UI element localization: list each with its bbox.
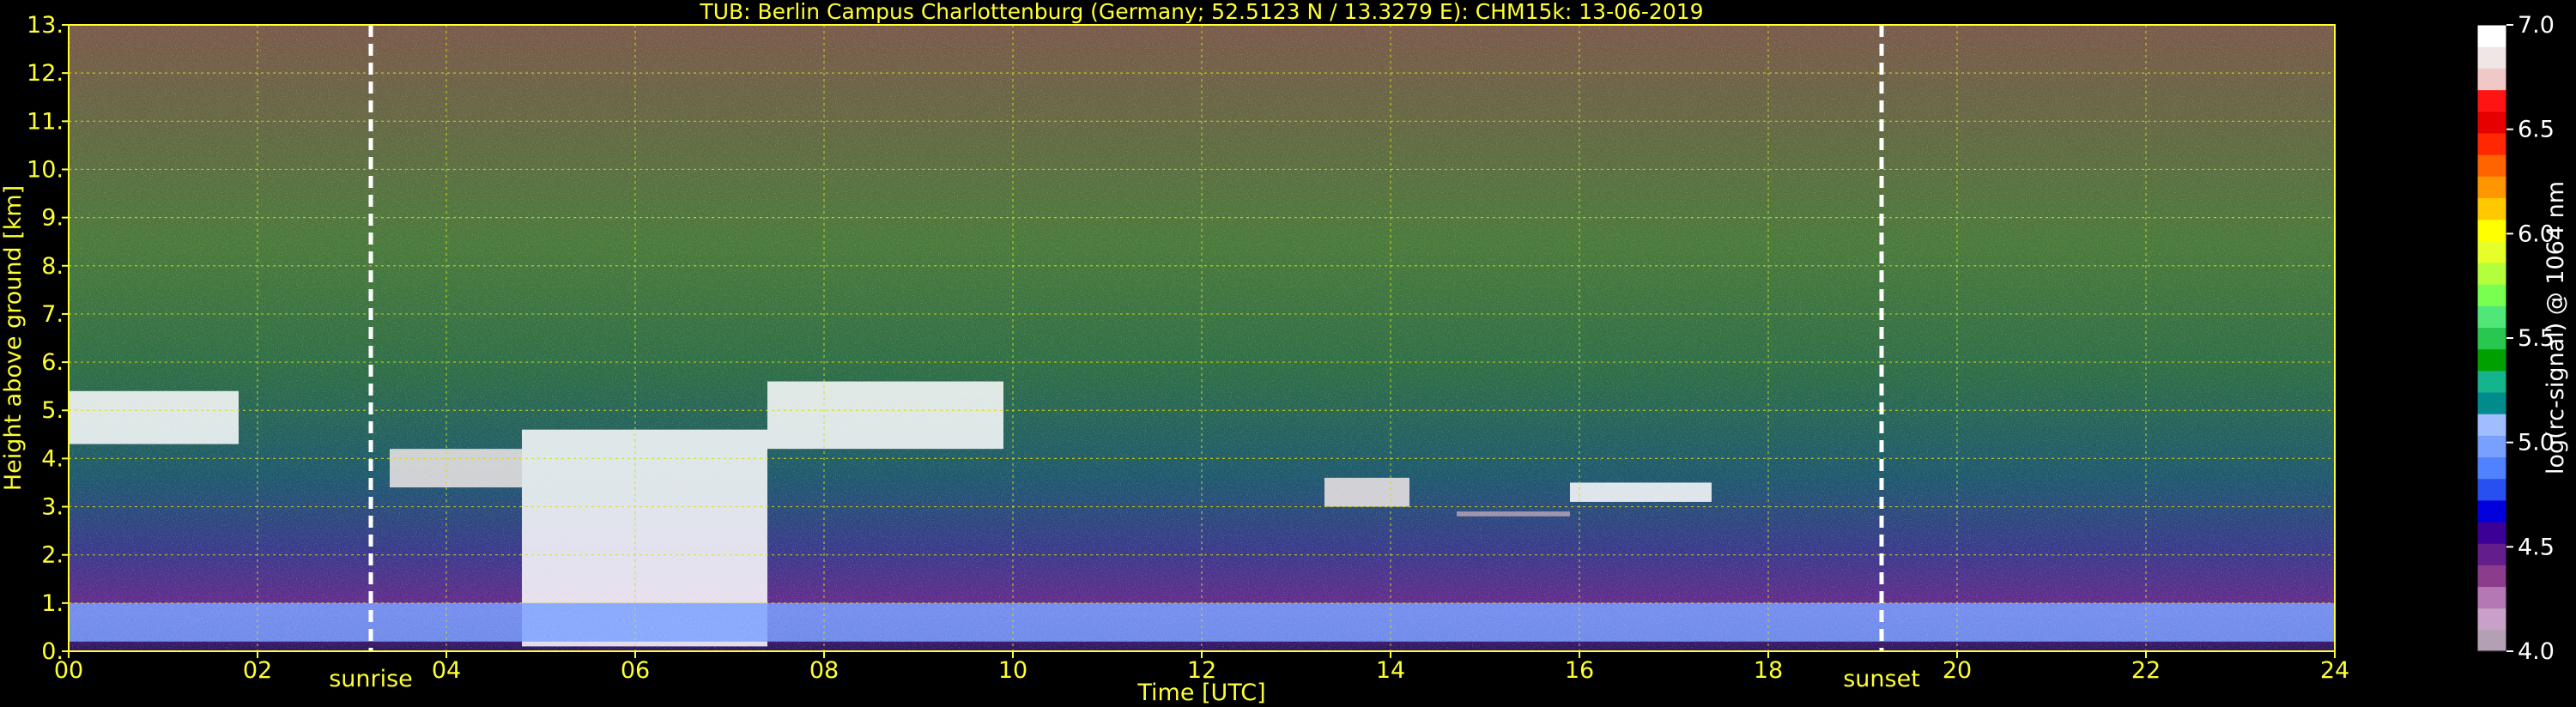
colorbar-label: log(rc-signal) @ 1064 nm	[2543, 181, 2569, 474]
x-tick-label: 04	[432, 657, 461, 684]
y-axis: 0. 1. 2. 3. 4. 5. 6. 7. 8. 9. 10. 11. 12. 13.	[27, 12, 69, 665]
colorbar-swatch	[2477, 262, 2506, 285]
lidar-chart: sunrise sunset 00 02 04 06 08 10 12 14 16 18 20 22 24…	[0, 0, 2569, 706]
y-tick-label: 3.	[41, 494, 64, 521]
colorbar-swatch	[2477, 89, 2506, 112]
colorbar-swatch	[2477, 543, 2506, 565]
y-axis-label: Height above ground [km]	[0, 185, 27, 491]
colorbar-swatch	[2477, 391, 2506, 414]
colorbar-swatch	[2477, 565, 2506, 588]
annotation-label: sunrise	[329, 666, 413, 692]
colorbar-swatch	[2477, 521, 2506, 544]
colorbar-swatch	[2477, 370, 2506, 393]
y-tick-label: 5.	[41, 397, 64, 424]
y-tick-label: 7.	[41, 301, 64, 328]
colorbar-swatch	[2477, 348, 2506, 372]
colorbar-swatch	[2477, 456, 2506, 480]
colorbar-swatch	[2477, 154, 2506, 177]
y-tick-label: 12.	[27, 60, 64, 87]
y-tick-label: 6.	[41, 349, 64, 376]
x-tick-label: 22	[2131, 657, 2161, 684]
x-tick-label: 14	[1376, 657, 1405, 684]
y-tick-label: 2.	[41, 542, 64, 569]
colorbar-swatch	[2477, 111, 2506, 134]
colorbar-swatch	[2477, 197, 2506, 221]
colorbar-swatch	[2477, 327, 2506, 350]
colorbar-tick-label: 4.0	[2518, 638, 2555, 665]
y-tick-label: 11.	[27, 108, 64, 135]
colorbar-swatch	[2477, 219, 2506, 242]
colorbar-swatch	[2477, 586, 2506, 609]
annotation-label: sunset	[1843, 666, 1920, 692]
x-tick-label: 10	[998, 657, 1027, 684]
colorbar-swatch	[2477, 414, 2506, 436]
x-tick-label: 24	[2320, 657, 2349, 684]
colorbar-tick-label: 7.0	[2518, 12, 2555, 39]
colorbar-swatch	[2477, 629, 2506, 652]
y-tick-label: 4.	[41, 445, 64, 472]
x-tick-label: 18	[1754, 657, 1783, 684]
colorbar-swatch	[2477, 478, 2506, 501]
colorbar-swatch	[2477, 499, 2506, 523]
colorbar-tick-label: 6.5	[2518, 117, 2555, 143]
y-tick-label: 9.	[41, 205, 64, 232]
x-tick-label: 16	[1565, 657, 1594, 684]
colorbar-swatch	[2477, 25, 2506, 47]
colorbar-swatch	[2477, 284, 2506, 306]
colorbar-swatch	[2477, 46, 2506, 69]
x-tick-label: 08	[809, 657, 839, 684]
x-tick-label: 20	[1943, 657, 1972, 684]
y-tick-label: 13.	[27, 12, 64, 39]
colorbar-swatch	[2477, 240, 2506, 263]
colorbar-tick-label: 4.5	[2518, 534, 2555, 560]
colorbar-swatch	[2477, 132, 2506, 155]
y-tick-label: 1.	[41, 590, 64, 617]
x-axis-label: Time [UTC]	[1136, 680, 1265, 706]
y-tick-label: 10.	[27, 156, 64, 183]
y-tick-label: 8.	[41, 253, 64, 280]
x-tick-label: 02	[243, 657, 272, 684]
colorbar-swatch	[2477, 68, 2506, 91]
y-tick-label: 0.	[41, 638, 64, 665]
colorbar-swatch	[2477, 607, 2506, 631]
colorbar-swatch	[2477, 305, 2506, 329]
colorbar-swatch	[2477, 176, 2506, 198]
chart-title: TUB: Berlin Campus Charlottenburg (Germa…	[699, 0, 1703, 24]
colorbar-swatch	[2477, 435, 2506, 458]
x-tick-label: 06	[621, 657, 650, 684]
